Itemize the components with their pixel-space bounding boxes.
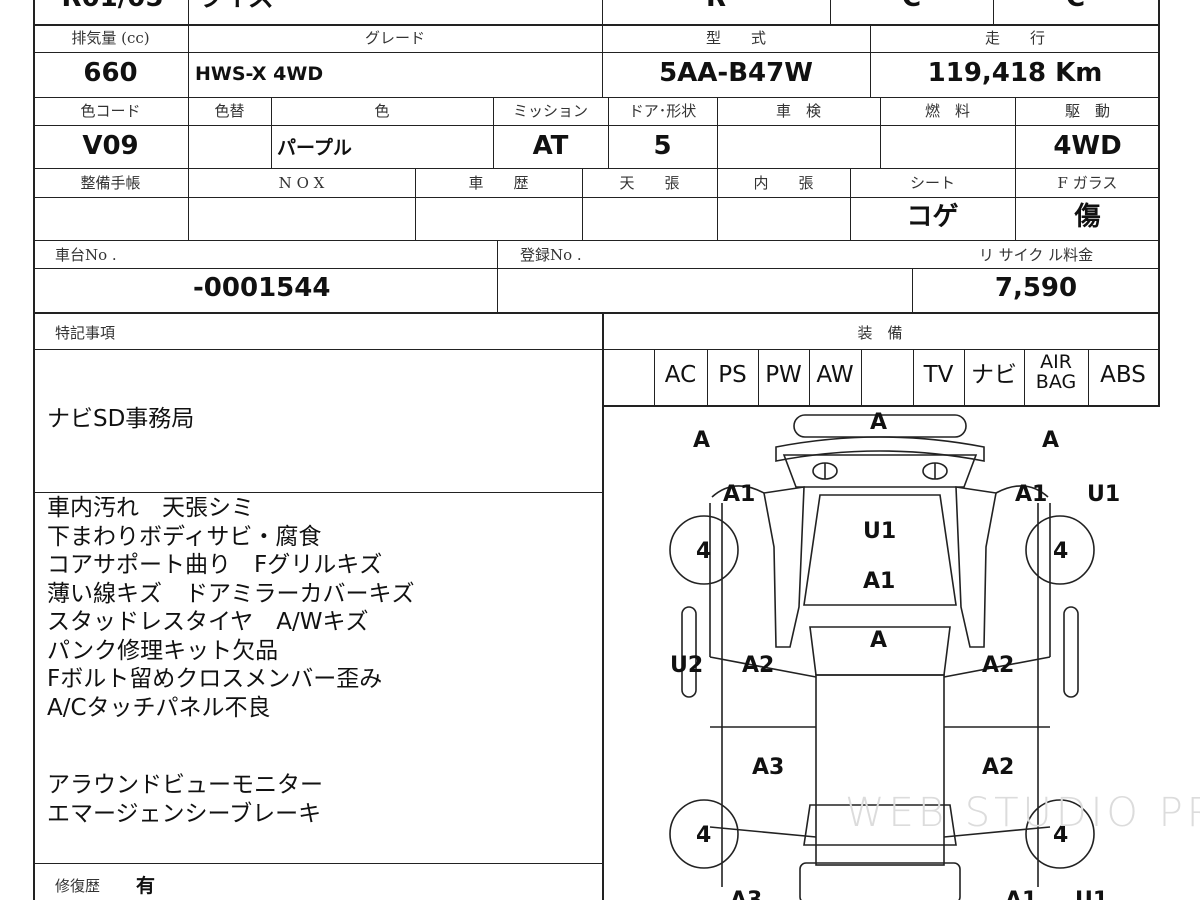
mileage-value: 119,418 Km bbox=[927, 58, 1103, 88]
damage-mark: A2 bbox=[982, 755, 1015, 780]
repair-history-value: 有 bbox=[136, 875, 156, 897]
notes-block: 車内汚れ 天張シミ 下まわりボディサビ・腐食 コアサポート曲り Fグリルキズ 薄… bbox=[47, 495, 415, 721]
equip-abs: ABS bbox=[1100, 362, 1146, 388]
grade-value: HWS-X 4WD bbox=[195, 63, 324, 85]
equip-airbag: AIR BAG bbox=[1035, 351, 1077, 393]
door-value: 5 bbox=[653, 131, 672, 161]
drive-label: 駆 動 bbox=[1064, 102, 1110, 120]
recycle-label: リ サイク ル料金 bbox=[978, 246, 1094, 264]
history-label: 車 歴 bbox=[468, 174, 529, 192]
damage-mark: A1 bbox=[1005, 888, 1037, 900]
registration-label: 登録No . bbox=[520, 246, 582, 264]
notes-split-1 bbox=[33, 492, 602, 493]
damage-mark: 4 bbox=[696, 823, 712, 848]
recycle-value: 7,590 bbox=[994, 273, 1078, 303]
equip-ac: AC bbox=[664, 362, 697, 388]
damage-mark: 4 bbox=[1053, 539, 1069, 564]
damage-mark: A bbox=[870, 628, 888, 653]
displacement-label: 排気量 (cc) bbox=[71, 29, 150, 47]
equip-divider bbox=[861, 349, 862, 405]
exterior-grade: C bbox=[993, 0, 1158, 15]
type-label: 型 式 bbox=[705, 29, 766, 47]
equip-navi: ナビ bbox=[971, 362, 1017, 388]
fglass-label: F ガラス bbox=[1057, 174, 1118, 192]
door-label: ドア･形状 bbox=[628, 102, 697, 120]
fuel-label: 燃 料 bbox=[924, 102, 970, 120]
equip-aw: AW bbox=[816, 362, 854, 388]
chassis-value: -0001544 bbox=[193, 273, 331, 303]
chassis-label: 車台No . bbox=[55, 246, 117, 264]
interior-label: 内 張 bbox=[753, 174, 814, 192]
mileage-label: 走 行 bbox=[984, 29, 1045, 47]
auction-date: R01/05 bbox=[40, 0, 185, 15]
color-code-label: 色コード bbox=[80, 102, 141, 120]
fglass-value: 傷 bbox=[1074, 202, 1101, 232]
row1-label-line bbox=[33, 52, 1160, 53]
damage-mark: 4 bbox=[696, 539, 712, 564]
row3-label-line bbox=[33, 197, 1160, 198]
divider bbox=[188, 0, 189, 24]
color-label: 色 bbox=[374, 102, 390, 120]
damage-mark: A1 bbox=[1015, 482, 1048, 507]
displacement-value: 660 bbox=[83, 58, 138, 88]
row4-bottom bbox=[33, 312, 1160, 314]
maintenance-label: 整備手帳 bbox=[80, 174, 141, 192]
right-border-lower bbox=[1158, 312, 1160, 406]
transmission-value: AT bbox=[532, 131, 569, 161]
equip-tv: TV bbox=[923, 362, 954, 388]
damage-mark: U1 bbox=[863, 519, 897, 544]
color-value: パープル bbox=[277, 137, 352, 159]
row2-label-line bbox=[33, 125, 1160, 126]
model-name: ライズ bbox=[197, 0, 274, 15]
damage-mark: A bbox=[870, 410, 888, 435]
damage-mark: A1 bbox=[723, 482, 756, 507]
divider bbox=[497, 240, 498, 312]
row1-bottom bbox=[33, 97, 1160, 98]
notes-header-line bbox=[33, 349, 602, 350]
repair-history-label: 修復歴 bbox=[55, 877, 101, 895]
auction-sheet: R01/05 ライズ R C C 排気量 (cc) グレード 型 式 走 行 6… bbox=[0, 0, 1200, 900]
seat-value: コゲ bbox=[906, 202, 959, 232]
top-row-bottom bbox=[33, 24, 1160, 26]
damage-mark: A1 bbox=[863, 569, 896, 594]
row2-bottom bbox=[33, 168, 1160, 169]
damage-mark: A bbox=[1042, 428, 1060, 453]
inspection-label: 車 検 bbox=[775, 102, 821, 120]
nox-label: N O X bbox=[278, 174, 325, 192]
type-value: 5AA-B47W bbox=[659, 58, 813, 88]
score: R bbox=[602, 0, 830, 15]
seat-label: シート bbox=[909, 174, 955, 192]
damage-mark: A3 bbox=[752, 755, 785, 780]
notes-block2: アラウンドビューモニター エマージェンシーブレーキ bbox=[47, 772, 323, 827]
row3-bottom bbox=[33, 240, 1160, 241]
damage-mark: A2 bbox=[742, 653, 775, 678]
color-code-value: V09 bbox=[82, 131, 139, 161]
interior-grade: C bbox=[830, 0, 993, 15]
drive-value: 4WD bbox=[1053, 131, 1122, 161]
notes-split-2 bbox=[33, 863, 602, 864]
ceiling-label: 天 張 bbox=[619, 174, 680, 192]
damage-mark: U2 bbox=[670, 653, 704, 678]
row4-label-line bbox=[33, 268, 1160, 269]
equip-pw: PW bbox=[765, 362, 802, 388]
watermark: WEB STUDIO PRO bbox=[845, 790, 1200, 836]
transmission-label: ミッション bbox=[512, 102, 588, 120]
damage-mark: A bbox=[693, 428, 711, 453]
equipment-label: 装 備 bbox=[857, 324, 903, 342]
damage-mark: A3 bbox=[730, 888, 762, 900]
grade-label: グレード bbox=[364, 29, 425, 47]
notes-label: 特記事項 bbox=[55, 324, 116, 342]
damage-mark: A2 bbox=[982, 653, 1015, 678]
color-change-label: 色替 bbox=[214, 102, 245, 120]
equip-ps: PS bbox=[718, 362, 747, 388]
damage-mark: U1 bbox=[1087, 482, 1121, 507]
notes-line1: ナビSD事務局 bbox=[47, 406, 195, 432]
damage-mark: U1 bbox=[1075, 888, 1108, 900]
